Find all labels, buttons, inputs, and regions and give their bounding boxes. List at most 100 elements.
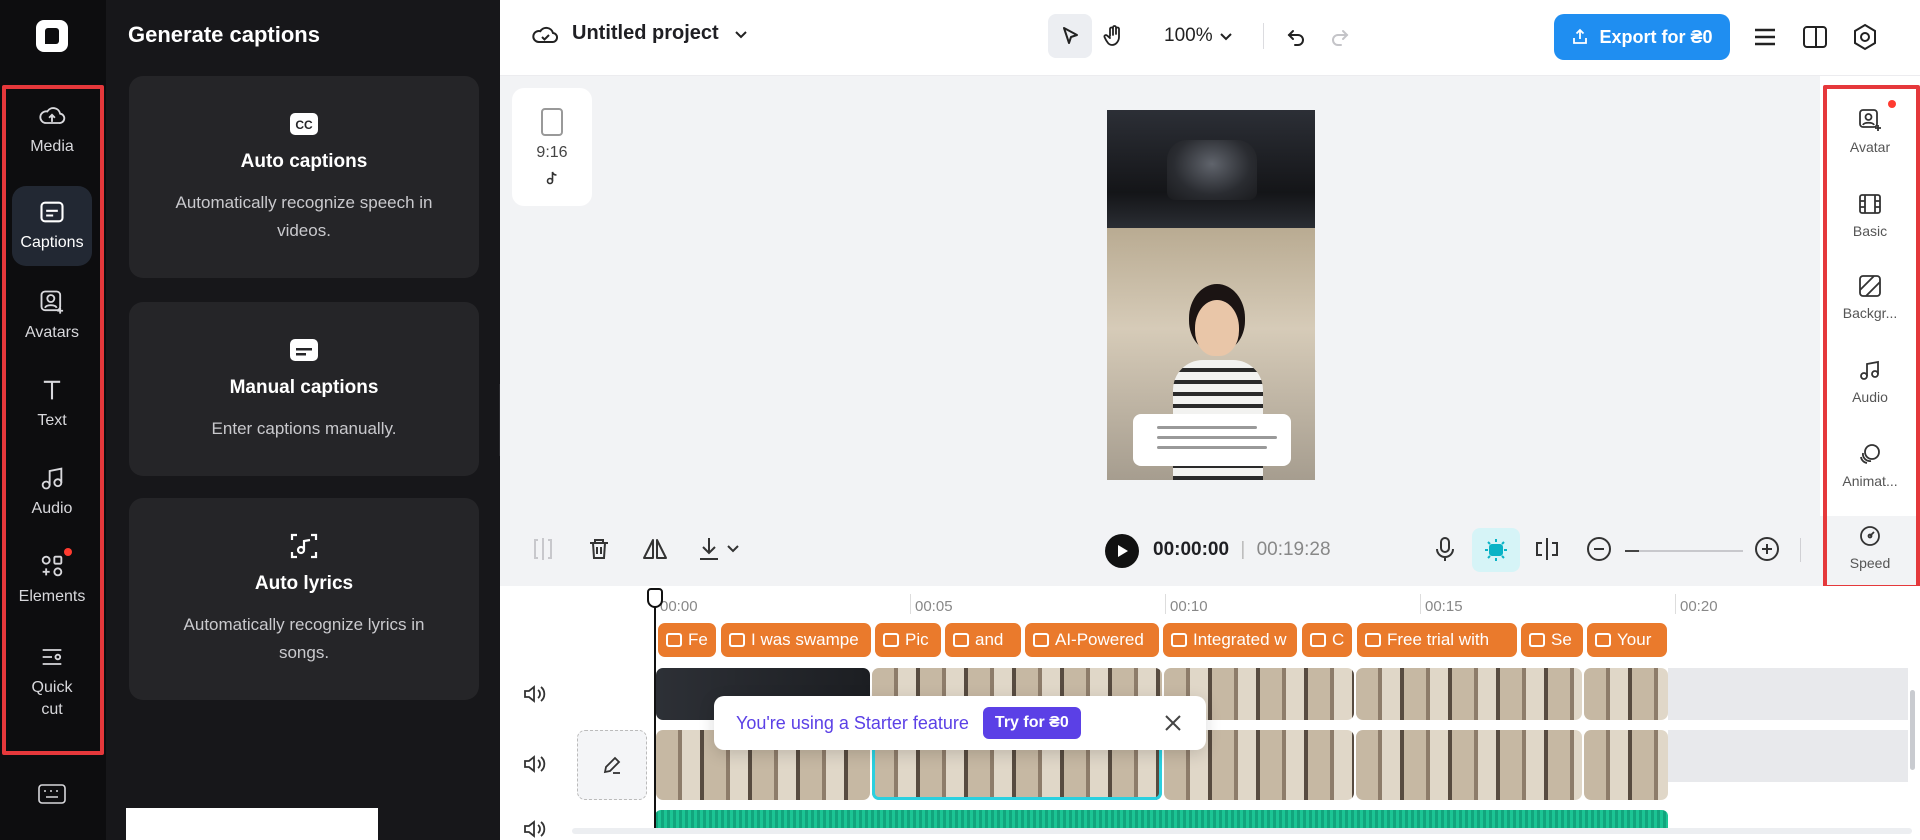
cc-icon: CC — [290, 113, 318, 135]
card-title: Auto captions — [240, 151, 368, 172]
starter-feature-toast: You're using a Starter feature Try for ₴… — [714, 696, 1206, 750]
card-auto-captions[interactable]: CC Auto captions Automatically recognize… — [129, 76, 479, 278]
export-button[interactable]: Export for ₴0 — [1554, 14, 1730, 60]
caption-text: and — [975, 630, 1004, 649]
caption-text: C — [1332, 630, 1345, 649]
horizontal-scrollbar[interactable] — [572, 828, 1912, 834]
zoom-in-icon[interactable] — [1752, 534, 1782, 564]
caption-clip[interactable]: Fe — [658, 623, 716, 657]
card-auto-lyrics[interactable]: Auto lyrics Automatically recognize lyri… — [129, 498, 479, 700]
chevron-down-icon — [1219, 33, 1232, 41]
video-clip[interactable] — [1356, 730, 1582, 800]
settings-icon[interactable] — [1850, 22, 1880, 52]
redo-button[interactable] — [1318, 14, 1362, 58]
microphone-icon[interactable] — [1430, 534, 1460, 564]
play-button[interactable] — [1105, 534, 1139, 568]
video-preview[interactable] — [1107, 110, 1315, 480]
vertical-scrollbar[interactable] — [1910, 690, 1915, 770]
track-empty-area — [1668, 730, 1908, 782]
caption-clip[interactable]: AI-Powered — [1025, 623, 1159, 657]
speaker-icon[interactable] — [522, 753, 546, 775]
ruler-label: 00:00 — [660, 598, 698, 615]
close-icon[interactable] — [1162, 712, 1184, 734]
caption-icon — [666, 633, 682, 647]
aspect-ratio-label: 9:16 — [536, 144, 568, 161]
caption-text: Free trial with — [1387, 630, 1490, 649]
pointer-icon — [1063, 27, 1078, 44]
hand-tool-button[interactable] — [1092, 14, 1136, 58]
caption-text: Integrated w — [1193, 630, 1287, 649]
download-dropdown-icon[interactable] — [696, 534, 742, 564]
playhead[interactable] — [654, 588, 656, 828]
select-tool-button[interactable] — [1048, 14, 1092, 58]
card-title: Manual captions — [229, 377, 379, 398]
mirror-icon[interactable] — [640, 534, 670, 564]
export-label: Export for ₴0 — [1599, 26, 1713, 47]
video-clip[interactable] — [1584, 730, 1668, 800]
aspect-ratio-button[interactable]: 9:16 — [512, 88, 592, 206]
split-icon[interactable] — [528, 534, 558, 564]
zoom-dropdown[interactable]: 100% — [1164, 25, 1233, 47]
ruler-tick — [1675, 594, 1676, 614]
caption-clip[interactable]: and — [945, 623, 1021, 657]
ai-auto-button[interactable] — [1472, 528, 1520, 572]
track-empty-area — [1668, 668, 1908, 720]
caption-icon — [729, 633, 745, 647]
speaker-icon[interactable] — [522, 683, 546, 705]
caption-clip[interactable]: C — [1302, 623, 1352, 657]
video-clip[interactable] — [1356, 668, 1582, 720]
zoom-level: 100% — [1164, 25, 1213, 46]
timeline-zoom-slider[interactable] — [1625, 550, 1743, 552]
caption-icon — [1033, 633, 1049, 647]
playback-time: 00:00:00 | 00:19:28 — [1153, 539, 1331, 560]
edit-track-button[interactable] — [577, 730, 647, 800]
play-icon — [1118, 545, 1128, 557]
caption-clip[interactable]: Your — [1587, 623, 1667, 657]
ruler-label: 00:10 — [1170, 598, 1208, 615]
keyboard-icon[interactable] — [38, 783, 66, 805]
layers-icon[interactable] — [1750, 22, 1780, 52]
comment-bubble-overlay — [1133, 414, 1291, 466]
try-button[interactable]: Try for ₴0 — [982, 707, 1081, 739]
card-description: Automatically recognize speech in videos… — [175, 193, 433, 240]
caption-clip[interactable]: Pic — [875, 623, 941, 657]
project-title-group[interactable]: Untitled project — [532, 22, 749, 45]
toast-message: You're using a Starter feature — [736, 712, 969, 733]
caption-clip[interactable]: Integrated w — [1163, 623, 1297, 657]
caption-clip[interactable]: I was swampe — [721, 623, 871, 657]
caption-text: Your — [1617, 630, 1652, 649]
speaker-icon[interactable] — [522, 818, 546, 840]
zoom-out-icon[interactable] — [1584, 534, 1614, 564]
ruler-tick — [910, 594, 911, 614]
svg-text:CC: CC — [295, 118, 313, 132]
hand-icon — [1103, 25, 1120, 46]
divider — [1800, 538, 1801, 562]
caption-clip[interactable]: Se — [1521, 623, 1583, 657]
card-manual-captions[interactable]: Manual captions Enter captions manually. — [129, 302, 479, 476]
caption-clip[interactable]: Free trial with — [1357, 623, 1517, 657]
undo-button[interactable] — [1274, 14, 1318, 58]
app-logo[interactable] — [36, 20, 68, 52]
caption-text: I was swampe — [751, 630, 859, 649]
ruler-label: 00:15 — [1425, 598, 1463, 615]
layout-panel-icon[interactable] — [1800, 22, 1830, 52]
card-title: Auto lyrics — [254, 573, 354, 594]
current-time: 00:00:00 — [1153, 539, 1230, 560]
caption-text: Pic — [905, 630, 929, 649]
tiktok-icon — [546, 171, 557, 185]
sparkle-icon — [1485, 539, 1507, 561]
captions-panel: Generate captions CC Auto captions Autom… — [106, 0, 500, 840]
caption-text: AI-Powered — [1055, 630, 1144, 649]
video-clip[interactable] — [1584, 668, 1668, 720]
trash-icon[interactable] — [584, 534, 614, 564]
redo-icon — [1331, 30, 1349, 46]
cloud-icon — [532, 26, 558, 43]
split-clip-icon[interactable] — [1532, 534, 1562, 564]
caption-icon — [953, 633, 969, 647]
caption-icon — [1171, 633, 1187, 647]
divider — [1262, 23, 1264, 49]
panel-bottom-overlay — [126, 808, 378, 840]
caption-icon — [883, 633, 899, 647]
playhead-handle[interactable] — [647, 588, 663, 608]
panel-title: Generate captions — [128, 22, 320, 47]
